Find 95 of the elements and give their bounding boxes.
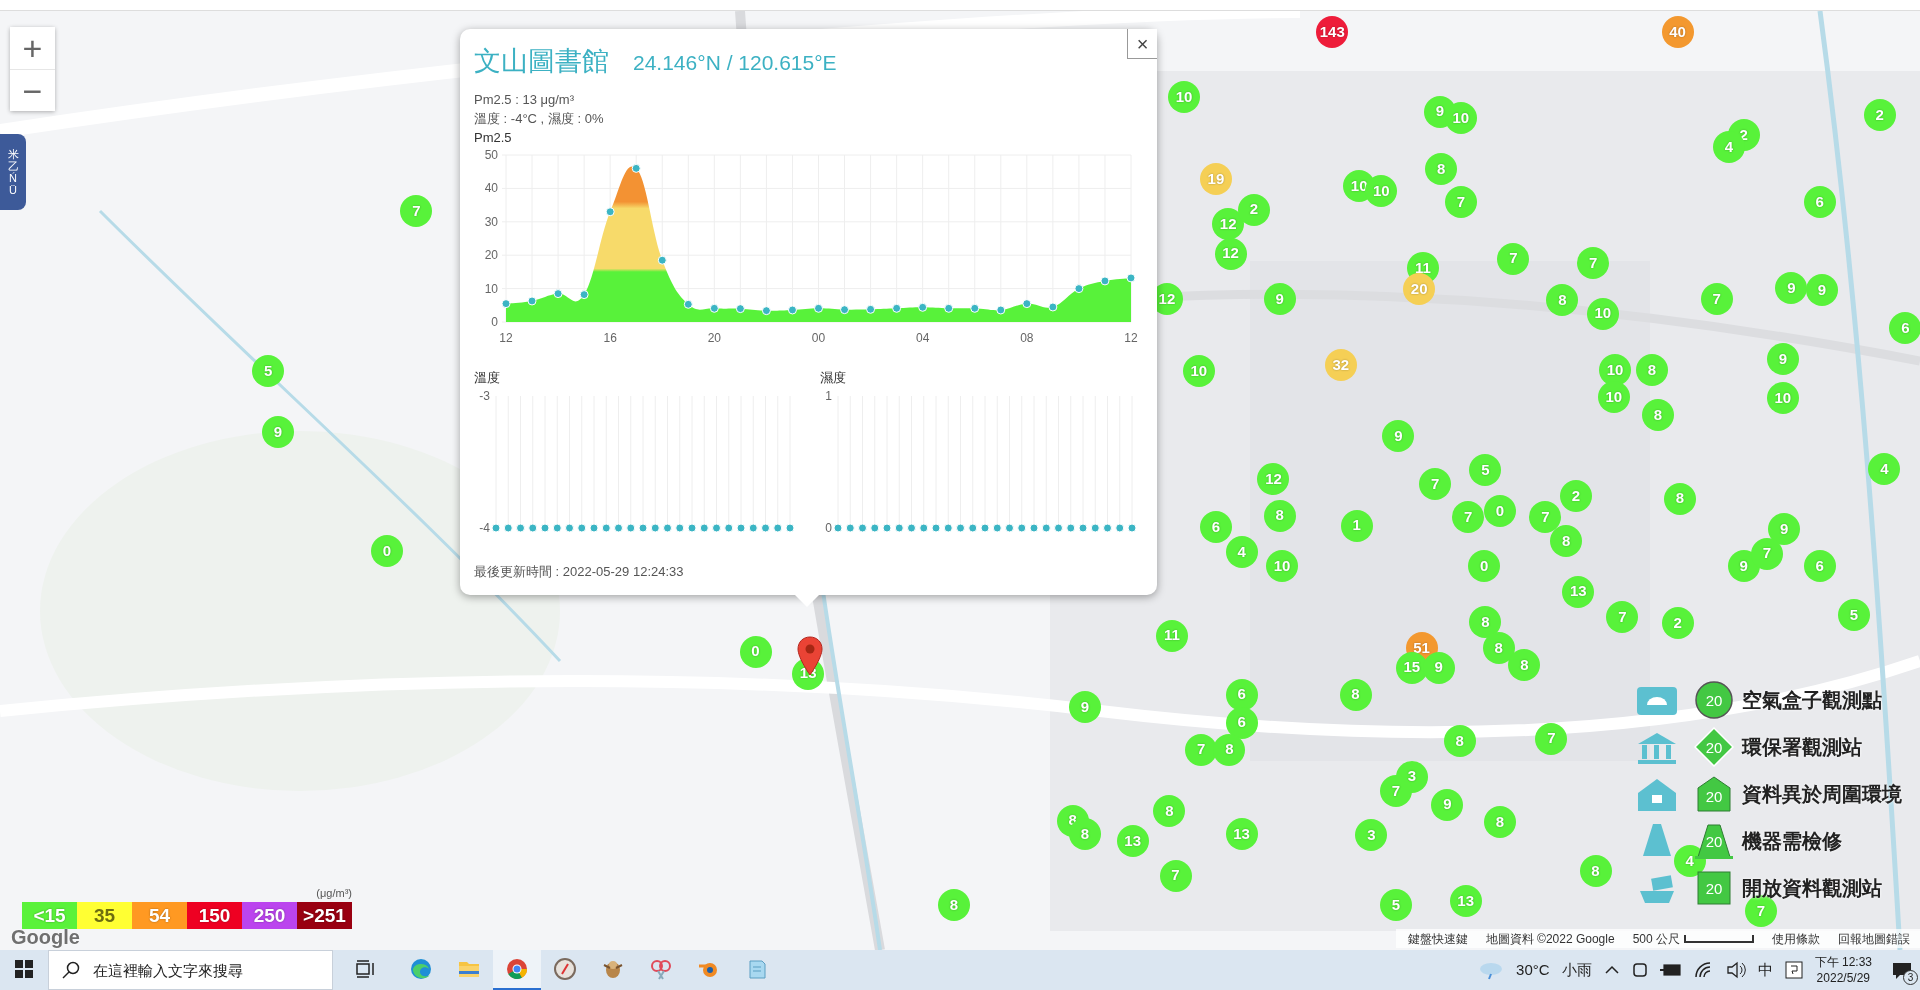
station-marker: 20 [1694,727,1734,767]
axis-label: 10 [484,281,498,296]
scale-label: 500 公尺 [1632,930,1680,948]
legend-swatch: 35 [77,901,132,929]
task-view-icon [355,960,375,978]
swirl-icon [409,957,433,981]
chart-title: Pm2.5 [474,128,513,147]
weather-text: 小雨 [1561,959,1592,980]
data-point [527,296,537,306]
data-point [605,207,615,217]
station-marker: 20 [1694,821,1734,861]
station-marker: 20 [1694,868,1734,908]
ime-mode-icon [1784,961,1803,979]
axis-label: 0 [825,520,832,535]
search-icon [62,961,80,979]
chart-title: 濕度 [820,369,847,387]
station-marker: 20 [1694,680,1734,720]
legend-label: 資料異於周圍環境 [1742,782,1902,807]
legend-label: 空氣盒子觀測點 [1742,688,1882,713]
update-time: 最後更新時間 : 2022-05-29 12:24:33 [474,562,685,581]
search-field[interactable]: 在這裡輸入文字來搜尋 [48,950,333,990]
footer-link[interactable]: 回報地圖錯誤 [1838,929,1910,948]
data-point [892,303,902,313]
legend-swatch: 150 [187,901,242,929]
scale-bar [1684,933,1754,944]
data-point [1048,302,1058,312]
axis-label: 04 [916,331,930,345]
data-point [1022,299,1032,309]
data-point [970,303,980,313]
axis-label: 30 [484,214,498,229]
speaker-icon [1725,961,1746,979]
map-data-text: 地圖資料 ©2022 Google [1485,930,1615,948]
info-text: 溫度 : -4°C , 濕度 : 0% [474,109,605,128]
data-point [996,305,1006,315]
legend-swatch: >251 [297,901,352,929]
data-point [918,302,928,312]
input-method-text[interactable]: 中 [1757,958,1773,982]
data-point [1074,284,1084,294]
legend-swatch: <15 [22,901,77,929]
axis-label: 08 [1020,331,1034,345]
data-point [1100,276,1110,286]
close-button[interactable]: × [1127,29,1157,59]
side-tab[interactable]: 米乙ŃÜ [0,134,26,210]
notification-badge: 3 [1903,970,1918,986]
axis-label: 12 [499,331,513,345]
axis-label: 16 [603,331,617,345]
coordinates-text: 24.146°N / 120.615°E [633,50,837,76]
data-point [787,305,797,315]
axis-label: 20 [484,248,498,263]
axis-label: 12 [1124,331,1138,345]
camera-icon [1631,961,1648,979]
legend-label: 環保署觀測站 [1742,735,1862,760]
info-text: Pm2.5 : 13 μg/m³ [474,90,575,109]
clock-date[interactable]: 2022/5/29 [1814,970,1872,986]
axis-label: -3 [479,388,490,403]
axis-label: -4 [479,520,490,535]
legend-swatch: 250 [242,901,297,929]
shortcuts-link[interactable]: 鍵盤快速鍵 [1407,929,1468,948]
chart-title: 溫度 [474,369,501,387]
data-point [579,290,589,300]
footer-link[interactable]: 使用條款 [1772,929,1820,948]
battery-icon [1659,963,1682,977]
data-point [1126,273,1136,283]
legend-label: 機器需檢修 [1742,829,1842,854]
data-point [761,306,771,316]
data-point [709,303,719,313]
data-point [657,255,667,265]
clock-time[interactable]: 下午 12:33 [1814,954,1872,970]
data-point [840,305,850,315]
zoom-out-button[interactable]: − [10,69,55,111]
unit-label: (μg/m³) [315,886,352,901]
data-point [631,163,641,173]
legend-swatch: 54 [132,901,187,929]
station-marker: 20 [1694,774,1734,814]
taskbar-app[interactable] [493,950,541,990]
data-point [553,289,563,299]
axis-label: 50 [484,148,498,162]
scissors-icon [649,957,673,981]
axis-label: 20 [707,331,721,345]
zoom-in-button[interactable]: + [10,27,55,69]
data-point [683,299,693,309]
axis-label: 0 [491,315,498,329]
data-point [866,304,876,314]
temperature-text: 30°C [1516,959,1550,980]
tricolor-circle-icon [505,957,529,981]
data-point [814,303,823,313]
axis-label: 00 [811,331,826,345]
axis-label: 1 [825,388,832,403]
data-point [501,299,511,309]
compass-icon [553,957,577,981]
axis-label: 40 [484,181,498,196]
data-point [944,303,954,313]
popup-title: 文山圖書館 [474,45,609,78]
data-point [735,304,745,314]
windows-icon [15,960,33,978]
